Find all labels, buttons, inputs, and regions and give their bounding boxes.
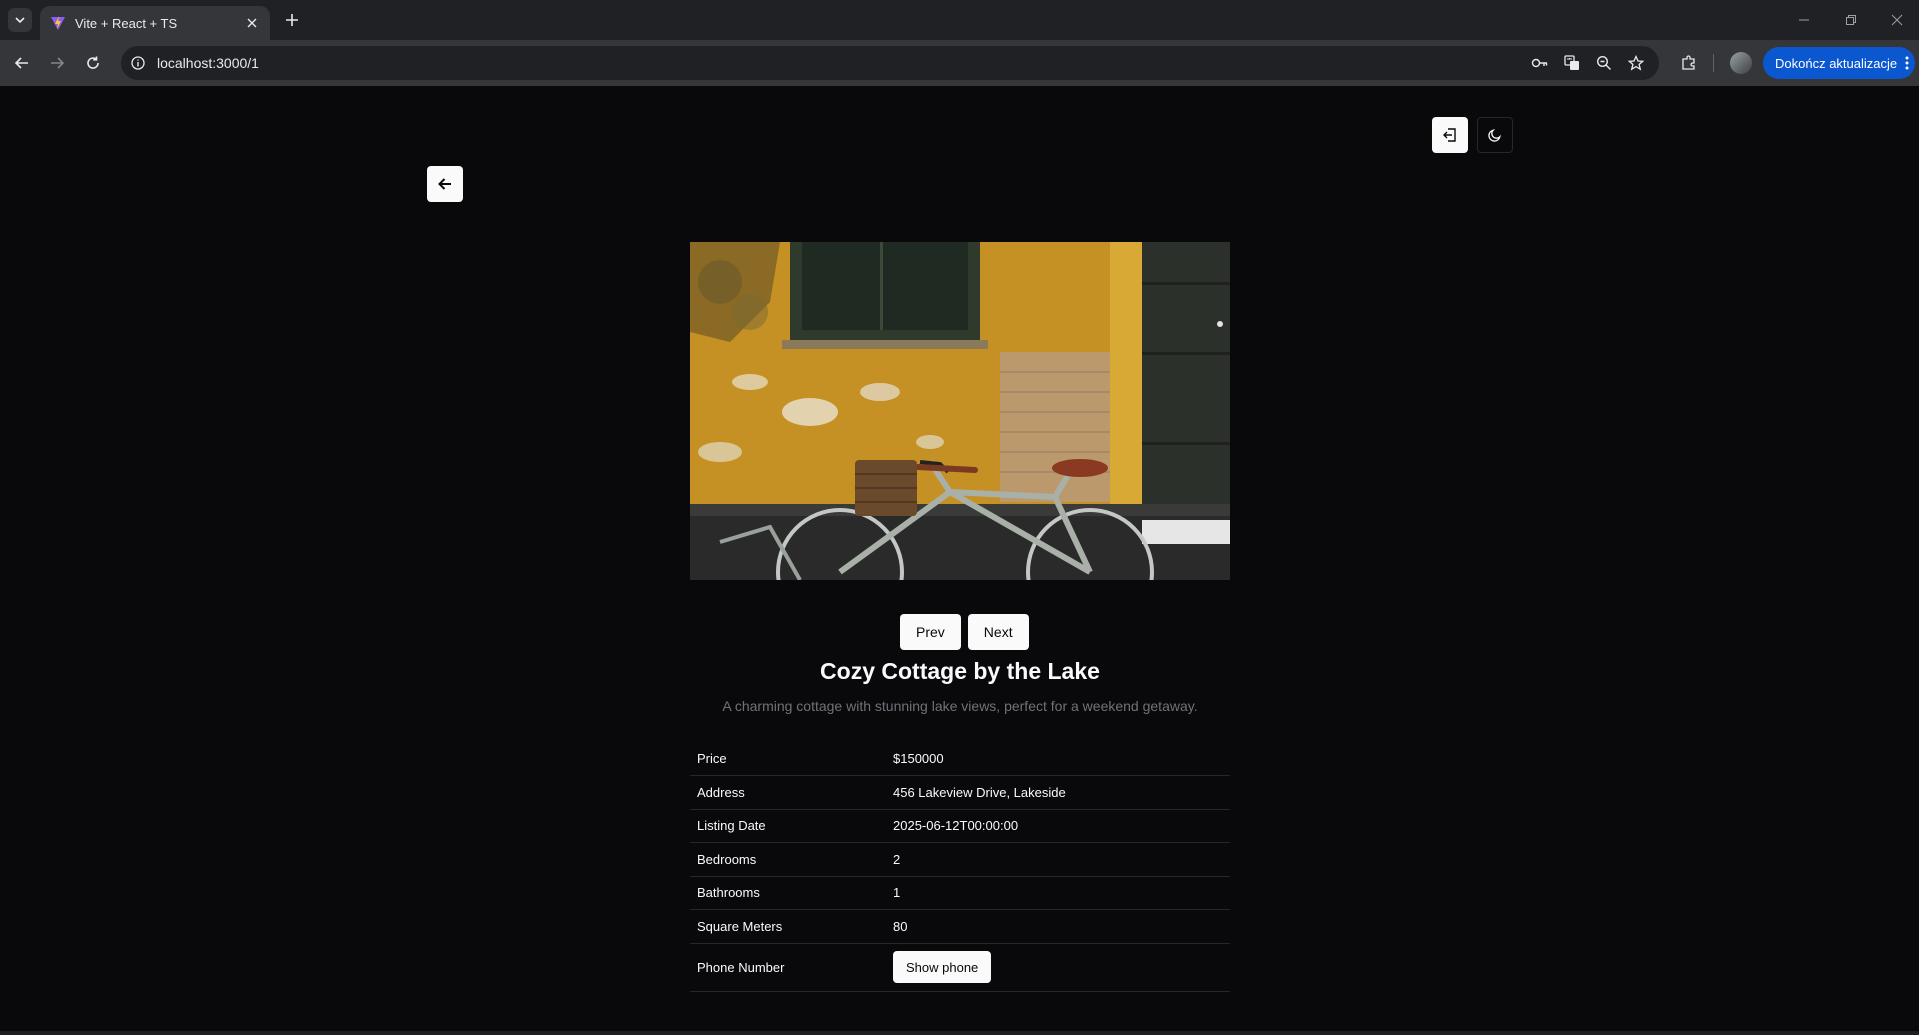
toolbar-separator bbox=[1713, 54, 1714, 72]
detail-value: 1 bbox=[886, 876, 1230, 910]
profile-avatar[interactable] bbox=[1730, 52, 1752, 74]
property-description: A charming cottage with stunning lake vi… bbox=[722, 698, 1198, 714]
puzzle-icon bbox=[1682, 55, 1695, 70]
property-title: Cozy Cottage by the Lake bbox=[820, 658, 1100, 684]
update-button[interactable]: Dokończ aktualizacje bbox=[1763, 47, 1915, 79]
theme-toggle-button[interactable] bbox=[1477, 117, 1513, 153]
table-row: Listing Date 2025-06-12T00:00:00 bbox=[690, 809, 1230, 843]
table-row: Phone Number Show phone bbox=[690, 943, 1230, 992]
new-tab-button[interactable] bbox=[280, 8, 304, 32]
back-to-list-button[interactable] bbox=[427, 166, 463, 202]
chevron-down-icon bbox=[15, 17, 25, 24]
site-info-icon[interactable] bbox=[129, 54, 147, 72]
detail-value: 2 bbox=[886, 842, 1230, 877]
close-window-button[interactable] bbox=[1885, 8, 1909, 32]
property-photo bbox=[690, 242, 1230, 580]
detail-value: 80 bbox=[886, 909, 1230, 944]
more-vertical-icon bbox=[1905, 56, 1909, 70]
extensions-button[interactable] bbox=[1678, 52, 1700, 74]
next-button[interactable]: Next bbox=[967, 614, 1029, 650]
window-bottom-border bbox=[0, 1031, 1919, 1035]
detail-value: Show phone bbox=[886, 943, 1230, 992]
property-details-table: Price $150000 Address 456 Lakeview Drive… bbox=[690, 742, 1230, 992]
address-bar[interactable]: localhost:3000/1 bbox=[121, 46, 1659, 80]
vite-logo-icon bbox=[51, 16, 65, 30]
detail-label: Bathrooms bbox=[690, 876, 886, 910]
close-icon bbox=[247, 18, 257, 28]
image-pager: Prev Next bbox=[900, 614, 1029, 650]
show-phone-button[interactable]: Show phone bbox=[893, 951, 992, 983]
close-icon bbox=[1891, 14, 1903, 26]
page-content: Prev Next Cozy Cottage by the Lake A cha… bbox=[0, 86, 1919, 1031]
prev-button[interactable]: Prev bbox=[900, 614, 961, 650]
detail-label: Phone Number bbox=[690, 943, 886, 992]
update-button-label: Dokończ aktualizacje bbox=[1775, 55, 1898, 71]
tab-title: Vite + React + TS bbox=[75, 15, 178, 31]
reload-button[interactable] bbox=[81, 51, 105, 75]
key-icon[interactable] bbox=[1531, 54, 1549, 72]
zoom-icon[interactable] bbox=[1595, 54, 1613, 72]
table-row: Price $150000 bbox=[690, 742, 1230, 776]
plus-icon bbox=[286, 14, 298, 26]
arrow-left-icon bbox=[14, 57, 28, 69]
url-text[interactable]: localhost:3000/1 bbox=[157, 55, 259, 71]
tab-close-button[interactable] bbox=[244, 15, 260, 31]
detail-value: 2025-06-12T00:00:00 bbox=[886, 809, 1230, 843]
reload-icon bbox=[87, 56, 99, 69]
log-in-icon bbox=[1443, 128, 1456, 142]
table-row: Square Meters 80 bbox=[690, 909, 1230, 944]
table-row: Bedrooms 2 bbox=[690, 842, 1230, 877]
detail-label: Listing Date bbox=[690, 809, 886, 843]
browser-tab[interactable]: Vite + React + TS bbox=[40, 6, 270, 40]
table-row: Address 456 Lakeview Drive, Lakeside bbox=[690, 775, 1230, 810]
restore-icon bbox=[1846, 15, 1856, 25]
detail-label: Address bbox=[690, 775, 886, 810]
login-button[interactable] bbox=[1432, 117, 1468, 153]
table-row: Bathrooms 1 bbox=[690, 876, 1230, 910]
translate-icon[interactable] bbox=[1563, 54, 1581, 72]
arrow-left-icon bbox=[438, 178, 451, 190]
browser-toolbar: localhost:3000/1 Dokończ aktualizacje bbox=[0, 40, 1919, 86]
moon-icon bbox=[1488, 129, 1501, 142]
detail-label: Price bbox=[690, 742, 886, 776]
arrow-right-icon bbox=[51, 57, 65, 69]
browser-tab-strip: Vite + React + TS bbox=[0, 0, 1919, 40]
bookmark-star-icon[interactable] bbox=[1627, 54, 1645, 72]
detail-label: Bedrooms bbox=[690, 842, 886, 877]
detail-value: 456 Lakeview Drive, Lakeside bbox=[886, 775, 1230, 810]
back-button[interactable] bbox=[10, 51, 34, 75]
minimize-icon bbox=[1799, 19, 1809, 21]
tab-search-button[interactable] bbox=[8, 8, 32, 32]
forward-button[interactable] bbox=[45, 51, 69, 75]
restore-button[interactable] bbox=[1839, 8, 1863, 32]
detail-label: Square Meters bbox=[690, 909, 886, 944]
detail-value: $150000 bbox=[886, 742, 1230, 776]
bicycle-wall-image bbox=[690, 242, 1230, 580]
minimize-button[interactable] bbox=[1792, 8, 1816, 32]
